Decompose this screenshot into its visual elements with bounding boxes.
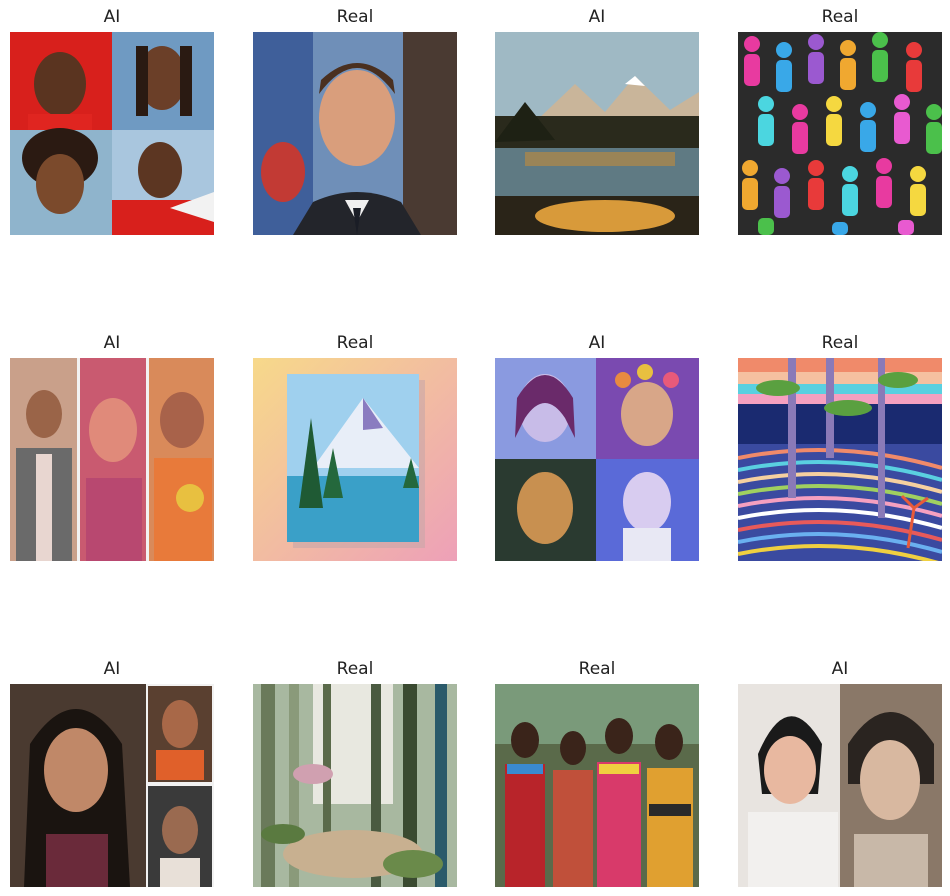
image-grid: { "images": [ {"label": "AI"}, {"label":…	[0, 0, 950, 896]
image-label: AI	[588, 7, 606, 27]
forest-painting-image	[253, 684, 457, 887]
mountain-painting-canvas-image	[253, 358, 457, 561]
image-label: Real	[821, 333, 859, 353]
portraits-collage-image	[10, 684, 214, 887]
image-label: AI	[103, 333, 121, 353]
image-label: Real	[336, 7, 374, 27]
two-women-portraits-image	[738, 684, 942, 887]
image-label: Real	[578, 659, 616, 679]
man-in-suit-portrait-image	[253, 32, 457, 235]
portrait-collage-image	[10, 32, 214, 235]
colorful-trees-painting-image	[738, 358, 942, 561]
image-label: AI	[103, 7, 121, 27]
three-men-festival-collage-image	[10, 358, 214, 561]
mountain-lake-landscape-image	[495, 32, 699, 235]
tribal-women-photo-image	[495, 684, 699, 887]
colorful-people-figures-image	[738, 32, 942, 235]
image-label: AI	[588, 333, 606, 353]
image-label: Real	[336, 659, 374, 679]
image-label: Real	[336, 333, 374, 353]
image-label: AI	[103, 659, 121, 679]
image-label: AI	[831, 659, 849, 679]
women-portraits-collage-image	[495, 358, 699, 561]
image-label: Real	[821, 7, 859, 27]
